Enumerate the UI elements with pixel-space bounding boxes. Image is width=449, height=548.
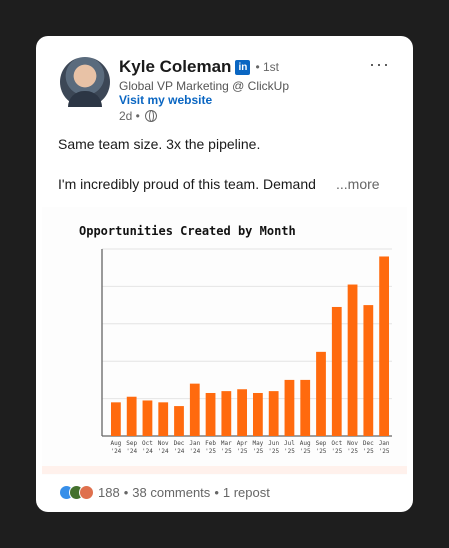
x-tick-label: Sep bbox=[126, 440, 137, 447]
x-tick-label: Feb bbox=[205, 440, 216, 447]
bar bbox=[126, 396, 137, 436]
x-tick-label: Nov bbox=[347, 440, 358, 447]
x-tick-label: '24 bbox=[110, 448, 121, 455]
x-tick-label: Mar bbox=[221, 440, 232, 447]
x-tick-label: '25 bbox=[331, 448, 342, 455]
x-tick-label: '24 bbox=[126, 448, 137, 455]
bar bbox=[284, 379, 295, 436]
separator-dot: • bbox=[123, 485, 129, 500]
globe-icon bbox=[144, 110, 157, 122]
bar bbox=[158, 402, 169, 436]
post-card: Kyle Coleman in • 1st Global VP Marketin… bbox=[36, 36, 413, 512]
x-tick-label: '24 bbox=[142, 448, 153, 455]
x-tick-label: Aug bbox=[300, 440, 311, 447]
bar bbox=[174, 406, 184, 436]
author-name[interactable]: Kyle Coleman bbox=[119, 57, 231, 77]
x-tick-label: '25 bbox=[300, 448, 311, 455]
author-headline: Global VP Marketing @ ClickUp bbox=[119, 79, 290, 93]
bar bbox=[379, 256, 390, 436]
chart-title: Opportunities Created by Month bbox=[79, 224, 296, 238]
post-text-line-2: I'm incredibly proud of this team. Deman… bbox=[58, 176, 316, 192]
comments-count[interactable]: 38 comments bbox=[132, 485, 210, 500]
author-avatar[interactable] bbox=[60, 57, 110, 107]
x-tick-label: '25 bbox=[252, 448, 263, 455]
x-tick-label: Aug bbox=[110, 440, 121, 447]
separator-dot: • bbox=[214, 485, 219, 500]
bar bbox=[316, 351, 326, 436]
x-tick-label: Jul bbox=[284, 440, 295, 447]
x-tick-label: Oct bbox=[142, 440, 153, 447]
reaction-count[interactable]: 188 bbox=[98, 485, 120, 500]
bar bbox=[189, 383, 200, 436]
x-tick-label: Oct bbox=[331, 440, 342, 447]
bar bbox=[347, 284, 358, 436]
x-tick-label: Apr bbox=[237, 440, 248, 447]
bar bbox=[142, 400, 153, 436]
chart-image[interactable]: Opportunities Created by Month Aug '24 Sep '… bbox=[42, 207, 407, 475]
x-tick-label: '25 bbox=[268, 448, 279, 455]
x-tick-label: May bbox=[252, 440, 263, 447]
post-meta: 2d • bbox=[119, 109, 157, 123]
connection-degree: • 1st bbox=[255, 60, 279, 74]
bar bbox=[331, 306, 342, 436]
x-tick-label: '25 bbox=[347, 448, 358, 455]
x-tick-label: '25 bbox=[205, 448, 216, 455]
bar bbox=[252, 392, 263, 436]
x-tick-label: '25 bbox=[363, 448, 374, 455]
x-tick-label: '24 bbox=[189, 448, 200, 455]
bar bbox=[237, 389, 248, 436]
image-bottom-strip bbox=[42, 466, 407, 474]
post-time: 2d • bbox=[119, 109, 140, 123]
x-tick-label: '25 bbox=[221, 448, 232, 455]
see-more-link[interactable]: ...more bbox=[336, 176, 380, 192]
x-tick-label: Dec bbox=[174, 440, 185, 447]
bar bbox=[363, 305, 374, 436]
bar bbox=[205, 392, 216, 436]
x-tick-label: '25 bbox=[284, 448, 295, 455]
bar bbox=[221, 391, 232, 436]
social-counts: 188 • 38 comments • 1 repost bbox=[59, 485, 270, 500]
x-tick-label: '25 bbox=[237, 448, 248, 455]
post-text-line-1: Same team size. 3x the pipeline. bbox=[58, 136, 261, 152]
visit-website-link[interactable]: Visit my website bbox=[119, 93, 212, 107]
x-tick-label: Nov bbox=[158, 440, 169, 447]
x-tick-label: Dec bbox=[363, 440, 374, 447]
love-reaction-icon bbox=[79, 485, 94, 500]
x-tick-label: '25 bbox=[316, 448, 327, 455]
bar bbox=[110, 402, 121, 436]
x-tick-label: Jun bbox=[268, 440, 279, 447]
bar bbox=[268, 391, 279, 436]
more-options-icon[interactable]: ··· bbox=[369, 54, 390, 75]
author-name-row: Kyle Coleman in • 1st bbox=[119, 57, 279, 77]
x-tick-label: '25 bbox=[379, 448, 390, 455]
x-tick-label: Jan bbox=[189, 440, 200, 447]
bar bbox=[300, 379, 311, 436]
linkedin-icon: in bbox=[235, 59, 251, 75]
x-tick-label: '24 bbox=[158, 448, 169, 455]
x-tick-label: '24 bbox=[174, 448, 185, 455]
repost-count[interactable]: 1 repost bbox=[223, 485, 270, 500]
bar-chart: Opportunities Created by MonthAug'24Sep'… bbox=[79, 224, 392, 455]
x-tick-label: Jan bbox=[379, 440, 390, 447]
x-tick-label: Sep bbox=[316, 440, 327, 447]
